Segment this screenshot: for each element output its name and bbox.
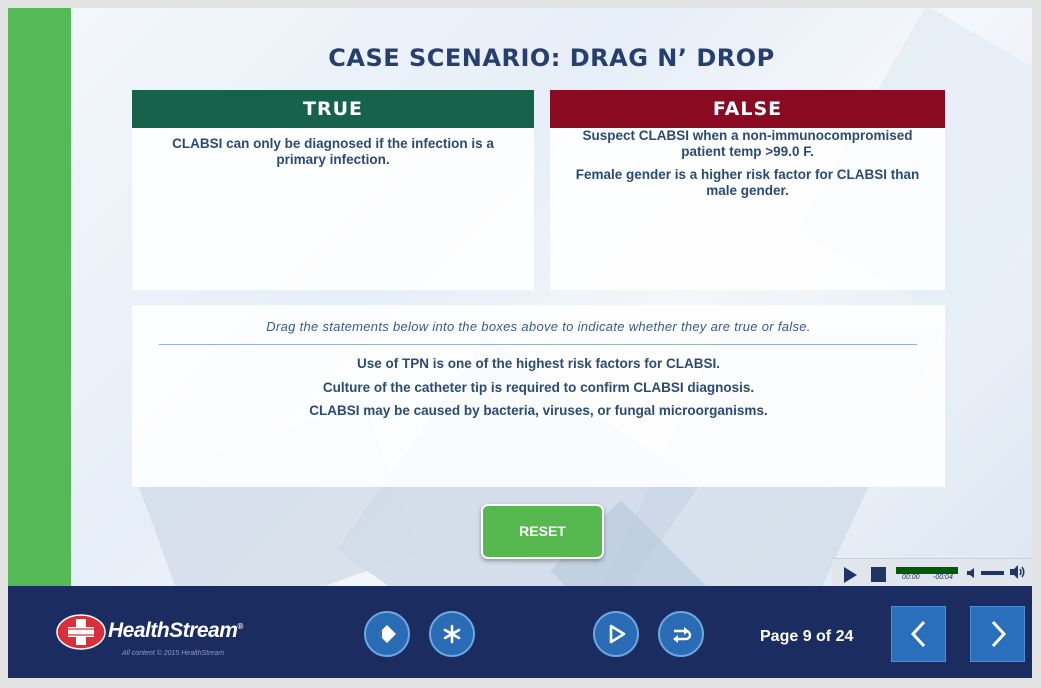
divider <box>159 344 917 345</box>
healthstream-logo-icon <box>56 614 106 650</box>
chevron-right-icon <box>991 620 1006 648</box>
left-accent-bar <box>8 8 71 586</box>
footer-bar: HealthStream® All content © 2015 HealthS… <box>8 586 1032 678</box>
draggable-statement[interactable]: CLABSI may be caused by bacteria, viruse… <box>132 399 945 423</box>
resources-icon <box>443 624 461 644</box>
remaining-time: -00:04 <box>933 574 953 581</box>
play-icon[interactable] <box>844 567 857 583</box>
play-button[interactable] <box>593 611 639 657</box>
false-drop-zone[interactable]: FALSE Suspect CLABSI when a non-immunoco… <box>550 90 945 290</box>
chevron-left-icon <box>910 620 925 648</box>
glossary-icon <box>378 625 396 643</box>
replay-button[interactable] <box>658 611 704 657</box>
false-heading: FALSE <box>550 90 945 128</box>
slide-title: CASE SCENARIO: DRAG N’ DROP <box>328 44 775 72</box>
play-icon <box>609 624 626 644</box>
true-statement[interactable]: CLABSI can only be diagnosed if the infe… <box>132 136 534 168</box>
true-heading: TRUE <box>132 90 534 128</box>
app-frame: CASE SCENARIO: DRAG N’ DROP TRUE CLABSI … <box>0 0 1041 688</box>
false-statement[interactable]: Suspect CLABSI when a non-immunocompromi… <box>550 128 945 160</box>
volume-slider[interactable] <box>981 571 1004 575</box>
brand-text: HealthStream <box>108 619 238 642</box>
false-statement[interactable]: Female gender is a higher risk factor fo… <box>550 167 945 199</box>
page-indicator: Page 9 of 24 <box>760 628 854 645</box>
replay-icon <box>673 627 692 643</box>
reset-button[interactable]: RESET <box>481 504 604 559</box>
drag-items-list: Use of TPN is one of the highest risk fa… <box>132 352 945 423</box>
elapsed-time: 00:00 <box>902 574 920 581</box>
draggable-statement[interactable]: Use of TPN is one of the highest risk fa… <box>132 352 945 376</box>
draggable-statement[interactable]: Culture of the catheter tip is required … <box>132 376 945 400</box>
copyright-text: All content © 2015 HealthStream <box>122 650 225 657</box>
audio-player: 00:00 -00:04 <box>832 558 1032 586</box>
drag-source-area: Drag the statements below into the boxes… <box>132 305 945 487</box>
brand-name: HealthStream® <box>108 619 243 643</box>
speaker-icon[interactable] <box>1010 565 1026 579</box>
true-drop-zone[interactable]: TRUE CLABSI can only be diagnosed if the… <box>132 90 534 290</box>
audio-time: 00:00 -00:04 <box>896 574 960 584</box>
previous-page-button[interactable] <box>891 606 946 662</box>
audio-scrubber[interactable] <box>896 567 958 574</box>
stop-icon[interactable] <box>871 567 886 582</box>
glossary-button[interactable] <box>364 611 410 657</box>
resources-button[interactable] <box>429 611 475 657</box>
drag-instruction: Drag the statements below into the boxes… <box>266 319 811 334</box>
brand-registered-mark: ® <box>237 622 243 631</box>
next-page-button[interactable] <box>970 606 1025 662</box>
mute-icon[interactable] <box>967 568 977 578</box>
